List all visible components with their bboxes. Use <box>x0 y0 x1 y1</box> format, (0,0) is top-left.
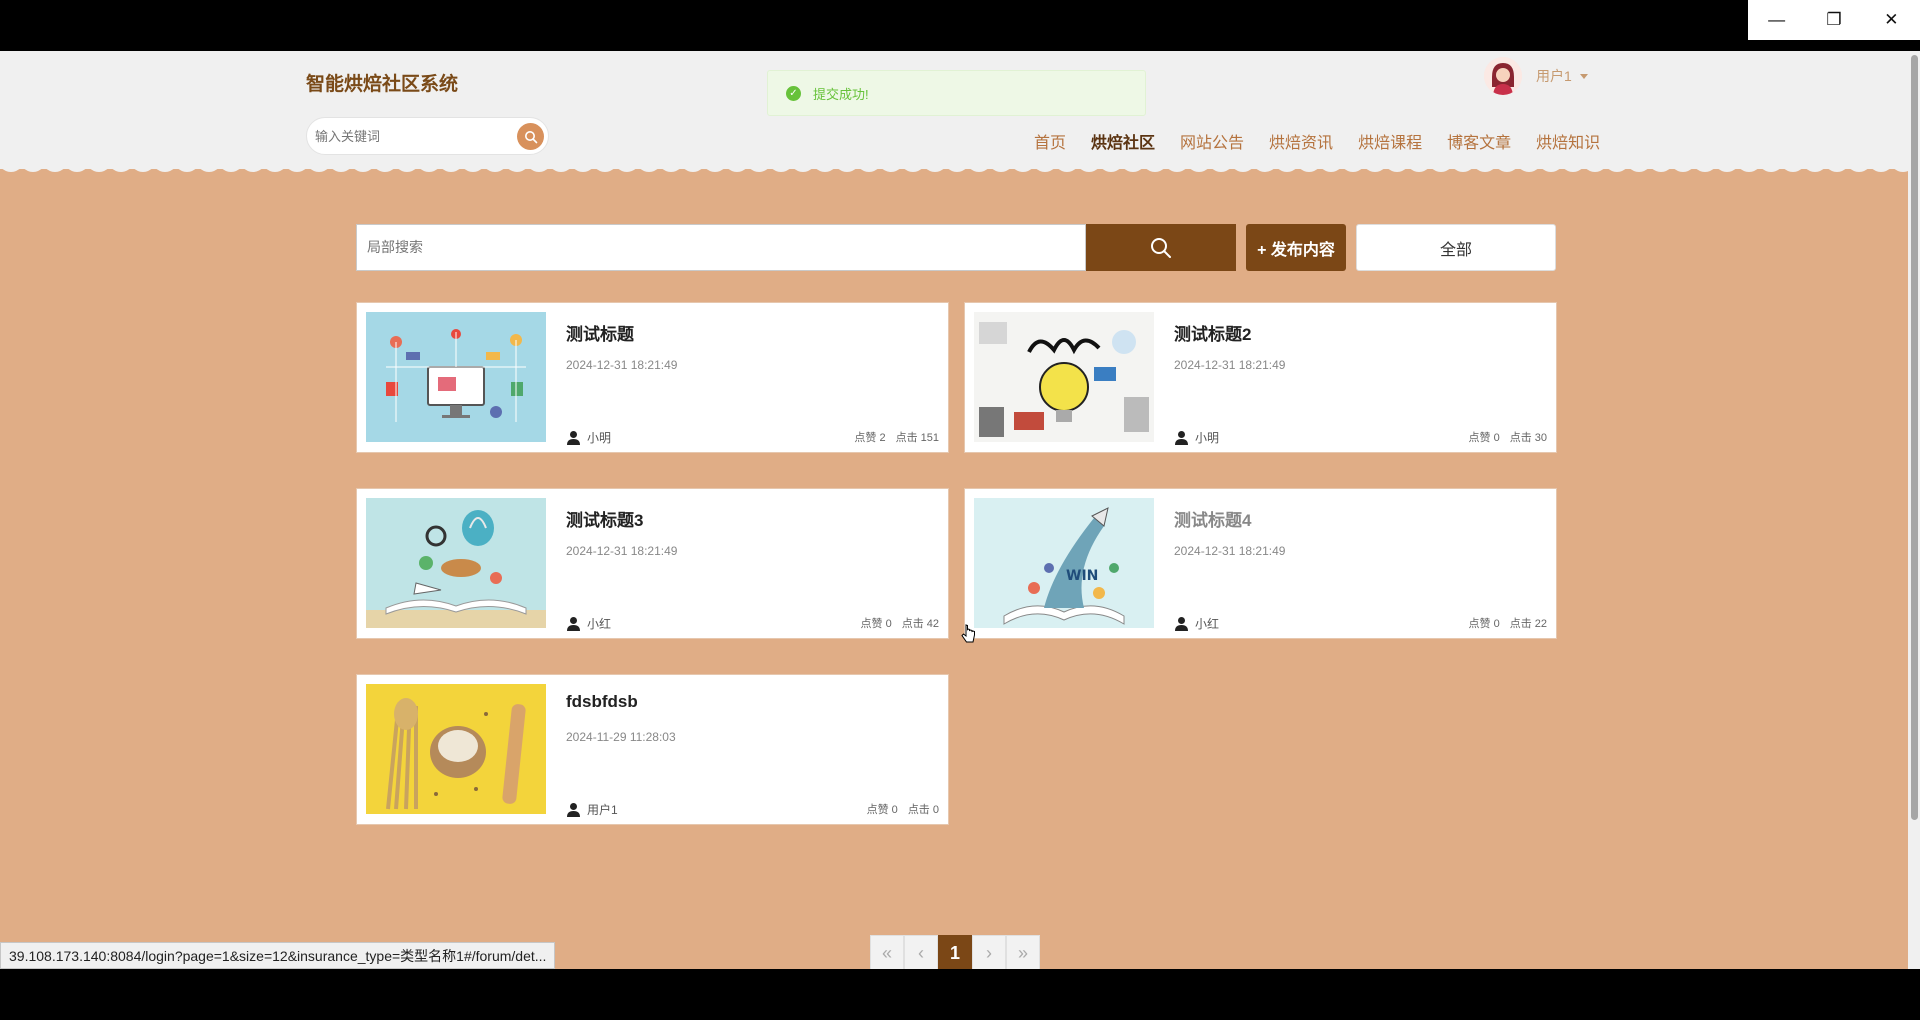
window-controls: — ❐ ✕ <box>1748 0 1920 40</box>
post-thumbnail[interactable] <box>366 312 546 442</box>
caret-down-icon <box>1579 73 1588 79</box>
header-search-button[interactable] <box>517 123 544 150</box>
post-author: 小红 <box>566 615 611 632</box>
post-title[interactable]: 测试标题4 <box>1174 506 1251 531</box>
user-name: 用户1 <box>1536 68 1572 84</box>
post-card[interactable]: 测试标题3 2024-12-31 18:21:49 小红 点赞 0 点击 42 <box>356 488 949 639</box>
post-card[interactable]: WIN 测试标题4 2024-12-31 18:21:49 小红 点赞 0 点击 … <box>964 488 1557 639</box>
nav-baking-community[interactable]: 烘焙社区 <box>1091 129 1155 153</box>
post-title[interactable]: fdsbfdsb <box>566 692 638 712</box>
post-author: 用户1 <box>566 801 618 818</box>
check-circle-icon: ✓ <box>786 85 801 101</box>
header-wave-divider <box>0 161 1908 172</box>
nav-announcements[interactable]: 网站公告 <box>1180 129 1244 153</box>
post-title[interactable]: 测试标题3 <box>566 506 643 531</box>
browser-viewport: 智能烘焙社区系统 用户1 首页 烘焙社区 网站公告 烘焙资 <box>0 51 1920 969</box>
post-author: 小明 <box>1174 429 1219 446</box>
toast-message: 提交成功! <box>813 86 869 102</box>
minimize-button[interactable]: — <box>1748 0 1805 40</box>
post-card[interactable]: 测试标题 2024-12-31 18:21:49 小明 点赞 2 点击 151 <box>356 302 949 453</box>
post-author: 小红 <box>1174 615 1219 632</box>
likes-count: 点赞 0 <box>866 804 898 816</box>
likes-count: 点赞 2 <box>854 432 886 444</box>
window-titlebar: — ❐ ✕ <box>0 0 1920 51</box>
post-thumbnail[interactable] <box>974 312 1154 442</box>
main-nav: 首页 烘焙社区 网站公告 烘焙资讯 烘焙课程 博客文章 烘焙知识 <box>1034 129 1600 153</box>
prev-page-button[interactable]: ‹ <box>904 935 938 969</box>
post-title[interactable]: 测试标题 <box>566 320 634 345</box>
author-name: 用户1 <box>587 803 618 817</box>
post-stats: 点赞 0 点击 30 <box>1469 429 1547 445</box>
link-status-bar: 39.108.173.140:8084/login?page=1&size=12… <box>0 942 556 969</box>
author-name: 小明 <box>587 431 612 445</box>
header-search-input[interactable] <box>315 126 505 146</box>
user-icon <box>567 431 580 445</box>
last-page-button[interactable]: » <box>1006 935 1040 969</box>
success-toast: ✓ 提交成功! <box>767 70 1146 116</box>
all-filter-button[interactable]: 全部 <box>1356 224 1556 271</box>
likes-count: 点赞 0 <box>1468 618 1500 630</box>
post-stats: 点赞 0 点击 22 <box>1469 615 1547 631</box>
nav-baking-knowledge[interactable]: 烘焙知识 <box>1536 129 1600 153</box>
user-icon <box>567 803 580 817</box>
clicks-count: 点击 42 <box>901 618 939 630</box>
search-icon <box>1151 237 1171 258</box>
user-icon <box>1175 617 1188 631</box>
post-date: 2024-12-31 18:21:49 <box>1174 544 1286 558</box>
nav-blog-articles[interactable]: 博客文章 <box>1447 129 1511 153</box>
clicks-count: 点击 30 <box>1509 432 1547 444</box>
user-icon <box>1175 431 1188 445</box>
post-date: 2024-12-31 18:21:49 <box>566 358 678 372</box>
search-icon <box>524 130 537 143</box>
author-name: 小红 <box>587 617 612 631</box>
scrollbar-thumb[interactable] <box>1911 55 1918 820</box>
publish-button[interactable]: + 发布内容 <box>1246 224 1346 271</box>
nav-baking-news[interactable]: 烘焙资讯 <box>1269 129 1333 153</box>
likes-count: 点赞 0 <box>860 618 892 630</box>
post-stats: 点赞 0 点击 0 <box>867 801 939 817</box>
close-button[interactable]: ✕ <box>1863 0 1920 40</box>
post-card[interactable]: 测试标题2 2024-12-31 18:21:49 小明 点赞 0 点击 30 <box>964 302 1557 453</box>
post-thumbnail[interactable] <box>366 684 546 814</box>
clicks-count: 点击 22 <box>1509 618 1547 630</box>
post-author: 小明 <box>566 429 611 446</box>
site-title: 智能烘焙社区系统 <box>306 74 459 95</box>
local-search-field <box>356 224 1086 271</box>
post-thumbnail[interactable]: WIN <box>974 498 1154 628</box>
next-page-button[interactable]: › <box>972 935 1006 969</box>
post-date: 2024-12-31 18:21:49 <box>566 544 678 558</box>
clicks-count: 点击 0 <box>907 804 939 816</box>
author-name: 小红 <box>1195 617 1220 631</box>
mouse-pointer-icon <box>961 624 975 643</box>
author-name: 小明 <box>1195 431 1220 445</box>
local-search-button[interactable] <box>1086 224 1236 271</box>
post-card[interactable]: fdsbfdsb 2024-11-29 11:28:03 用户1 点赞 0 点击 … <box>356 674 949 825</box>
post-date: 2024-11-29 11:28:03 <box>566 730 676 744</box>
current-page[interactable]: 1 <box>938 935 972 969</box>
post-title[interactable]: 测试标题2 <box>1174 320 1251 345</box>
post-stats: 点赞 2 点击 151 <box>854 429 939 445</box>
header-search <box>306 117 549 155</box>
pagination: « ‹ 1 › » <box>870 935 1040 969</box>
user-icon <box>567 617 580 631</box>
nav-home[interactable]: 首页 <box>1034 129 1066 153</box>
post-thumbnail[interactable] <box>366 498 546 628</box>
local-search-input[interactable] <box>367 239 1067 255</box>
likes-count: 点赞 0 <box>1468 432 1500 444</box>
vertical-scrollbar[interactable] <box>1908 51 1920 969</box>
restore-button[interactable]: ❐ <box>1805 0 1862 40</box>
first-page-button[interactable]: « <box>870 935 904 969</box>
nav-baking-courses[interactable]: 烘焙课程 <box>1358 129 1422 153</box>
clicks-count: 点击 151 <box>895 432 939 444</box>
user-menu[interactable]: 用户1 <box>1484 57 1588 95</box>
avatar <box>1484 57 1522 95</box>
post-date: 2024-12-31 18:21:49 <box>1174 358 1286 372</box>
svg-text:WIN: WIN <box>1066 568 1098 584</box>
post-stats: 点赞 0 点击 42 <box>861 615 939 631</box>
